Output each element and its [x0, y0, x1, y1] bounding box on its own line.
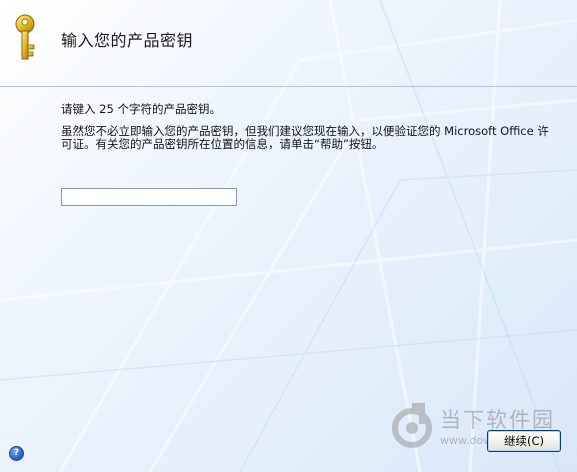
instruction-text: 请键入 25 个字符的产品密钥。	[61, 102, 221, 116]
continue-button[interactable]: 继续(C)	[487, 430, 561, 452]
header: 输入您的产品密钥	[0, 0, 577, 86]
explanation-text: 虽然您不必立即输入您的产品密钥，但我们建议您现在输入，以便验证您的 Micros…	[61, 124, 549, 151]
product-key-input[interactable]	[61, 188, 237, 206]
help-icon[interactable]: ?	[9, 446, 24, 461]
key-icon	[15, 14, 35, 60]
page-title: 输入您的产品密钥	[61, 31, 194, 50]
header-divider	[0, 86, 577, 87]
watermark-logo-icon	[392, 403, 432, 448]
